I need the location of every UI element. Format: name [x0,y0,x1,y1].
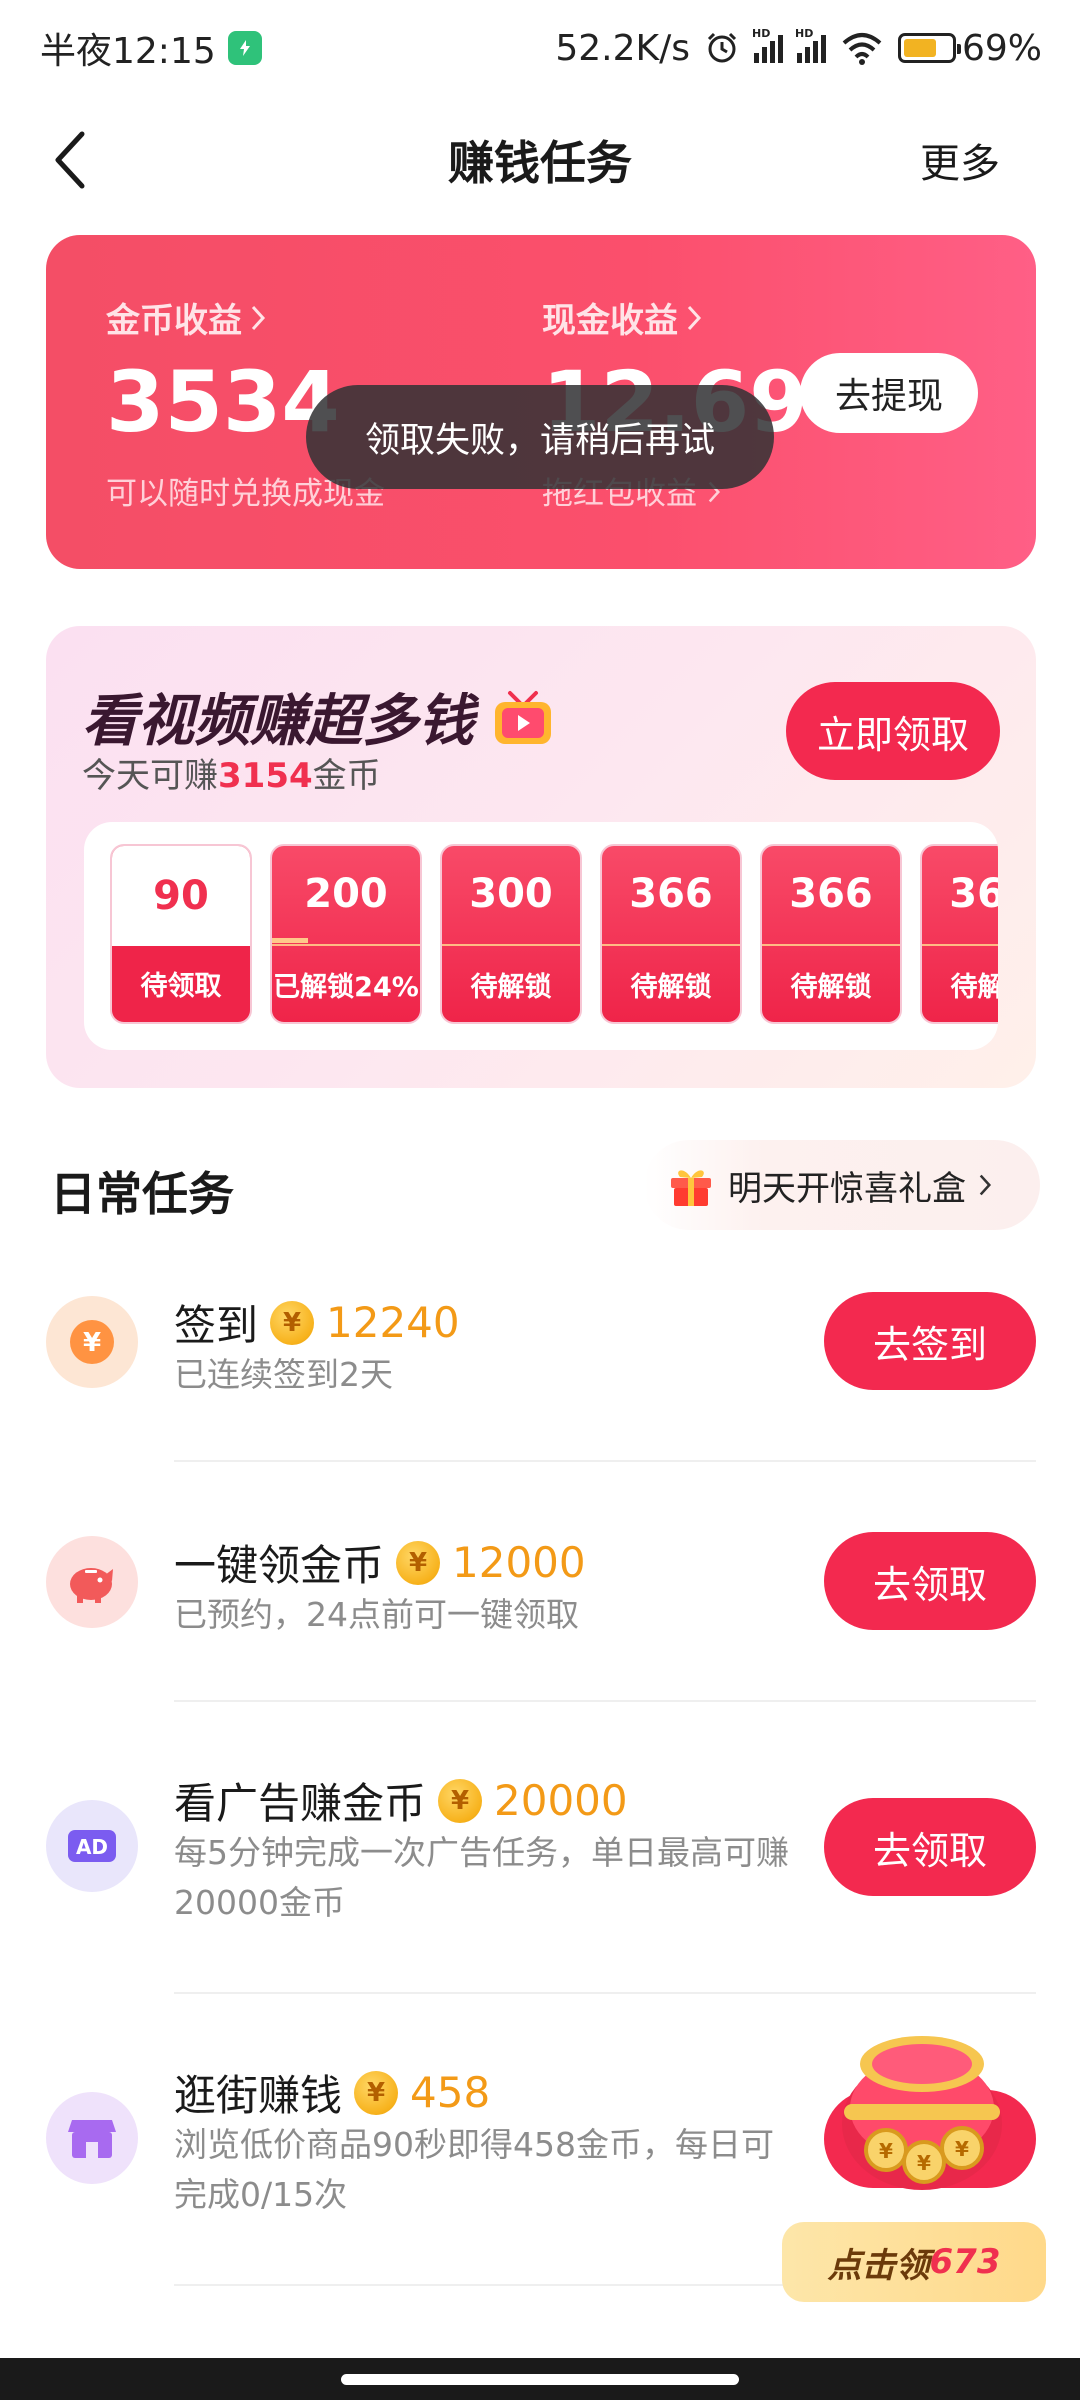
coin-icon: ¥ [438,1778,483,1823]
ad-icon: AD [46,1800,138,1892]
gift-label: 明天开惊喜礼盒 [728,1168,966,1209]
task-description: 已连续签到2天 [174,1355,393,1394]
daily-tasks-header: 日常任务 明天开惊喜礼盒 [50,1140,1040,1236]
battery-indicator: 69% [897,27,1042,69]
error-toast: 领取失败，请稍后再试 [306,385,774,489]
system-nav-bar [0,2358,1080,2400]
net-speed: 52.2K/s [555,27,690,69]
svg-text:AD: AD [76,1835,108,1859]
svg-text:¥: ¥ [83,1328,101,1358]
reward-tier[interactable]: 300 待解锁 [440,844,582,1024]
reward-tier[interactable]: 90 待领取 [110,844,252,1024]
page-header: 赚钱任务 更多 [0,110,1080,210]
status-time: 半夜12:15 [40,31,216,72]
alarm-icon [707,32,737,63]
watch-ads-button[interactable]: 去领取 [824,1798,1036,1896]
chevron-right-icon [979,1174,992,1196]
task-checkin: ¥ 签到 ¥ 12240 已连续签到2天 去签到 [46,1292,1036,1394]
floating-reward-label: 点击领 673 [782,2222,1046,2302]
more-button[interactable]: 更多 [920,131,1000,189]
divider [174,1460,1036,1462]
video-card-subtitle: 今天可赚3154金币 [82,756,381,796]
reward-progress-bar [272,938,308,943]
battery-percent: 69% [961,27,1042,69]
app-notification-icon [227,31,262,65]
shop-icon [46,2092,138,2184]
task-title: 逛街赚钱 ¥ 458 [174,2068,491,2120]
chevron-right-icon [251,305,266,330]
task-watch-ads: AD 看广告赚金币 ¥ 20000 每5分钟完成一次广告任务，单日最高可赚200… [46,1770,1036,1940]
reward-row: 90 待领取 200 已解锁24% 300 待解锁 366 待解锁 366 待解… [110,844,998,1024]
divider [174,1700,1036,1702]
coin-icon: ¥ [354,2070,399,2115]
task-title: 看广告赚金币 ¥ 20000 [174,1776,628,1828]
svg-text:¥: ¥ [879,2139,893,2163]
daily-tasks-title: 日常任务 [50,1167,234,1221]
status-right: 52.2K/s HD HD 69% [555,27,1042,69]
home-gesture-handle[interactable] [341,2373,739,2385]
task-description: 每5分钟完成一次广告任务，单日最高可赚20000金币 [174,1833,789,1922]
tomorrow-gift-box-button[interactable]: 明天开惊喜礼盒 [644,1140,1040,1230]
claim-coins-button[interactable]: 去领取 [824,1532,1036,1630]
withdraw-button[interactable]: 去提现 [800,353,978,433]
back-arrow-icon [55,131,85,189]
yuan-coin-icon: ¥ [46,1296,138,1388]
reward-tier[interactable]: 366 待解锁 [760,844,902,1024]
chevron-right-icon [687,305,702,330]
coin-earnings-label: 金币收益 [106,293,385,342]
coin-icon: ¥ [396,1540,441,1585]
floating-reward-widget[interactable]: ¥ ¥ ¥ 点击领 673 [782,2012,1052,2302]
piggy-bank-icon [46,1536,138,1628]
reward-tier[interactable]: 366 待解锁 [920,844,998,1024]
task-description: 已预约，24点前可一键领取 [174,1595,579,1634]
gift-icon [671,1170,711,1206]
reward-tier[interactable]: 200 已解锁24% [270,844,422,1024]
page-title: 赚钱任务 [448,136,632,190]
status-left: 半夜12:15 [40,22,262,74]
status-bar: 半夜12:15 52.2K/s HD HD 69% [0,0,1080,96]
svg-text:¥: ¥ [917,2151,931,2175]
video-earn-card: 看视频赚超多钱 今天可赚3154金币 立即领取 90 待领取 200 已解锁24… [46,626,1036,1088]
cash-earnings-label: 现金收益 [542,293,808,342]
checkin-button[interactable]: 去签到 [824,1292,1036,1390]
task-description: 浏览低价商品90秒即得458金币，每日可完成0/15次 [174,2125,774,2214]
task-one-click-coins: 一键领金币 ¥ 12000 已预约，24点前可一键领取 去领取 [46,1532,1036,1634]
divider [174,1992,1036,1994]
signal-icon-2: HD [795,27,826,63]
back-button[interactable] [52,130,112,190]
video-card-title: 看视频赚超多钱 [82,676,554,757]
claim-now-button[interactable]: 立即领取 [786,682,1000,780]
reward-tier[interactable]: 366 待解锁 [600,844,742,1024]
wifi-icon [842,33,882,65]
coin-icon: ¥ [270,1300,315,1345]
battery-icon [897,33,961,63]
task-title: 一键领金币 ¥ 12000 [174,1538,586,1590]
svg-text:¥: ¥ [955,2137,969,2161]
reward-strip: 90 待领取 200 已解锁24% 300 待解锁 366 待解锁 366 待解… [84,822,998,1050]
treasure-box-icon: ¥ ¥ ¥ [842,2036,1002,2190]
signal-icon-1: HD [752,27,783,63]
tv-icon [492,689,554,745]
task-title: 签到 ¥ 12240 [174,1298,460,1350]
